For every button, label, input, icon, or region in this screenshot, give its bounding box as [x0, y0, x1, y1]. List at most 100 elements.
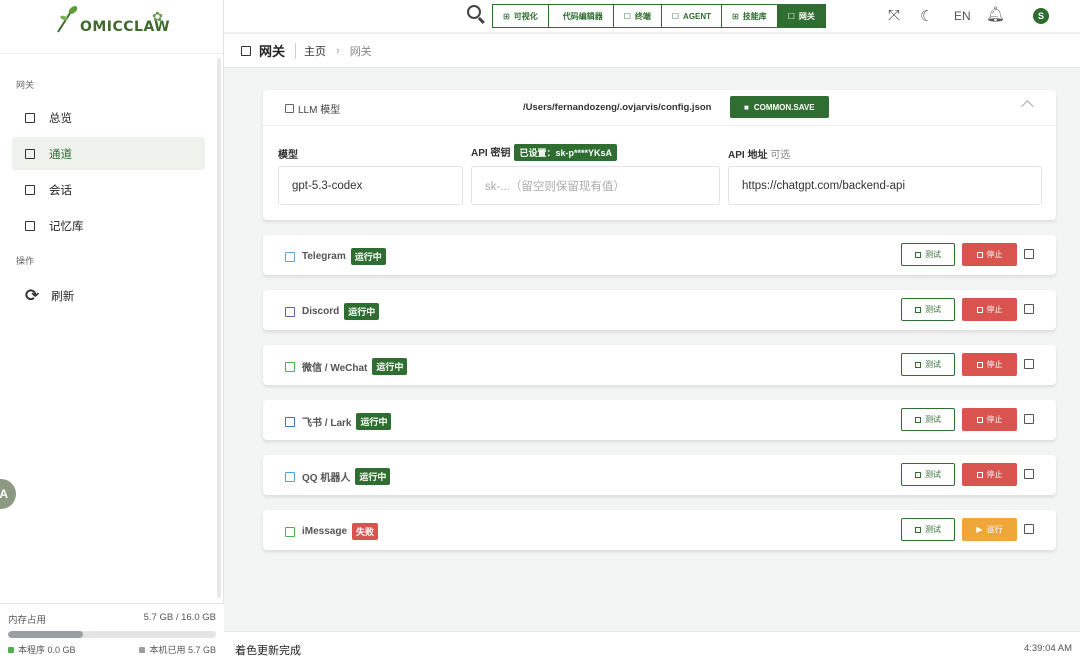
channel-checkbox[interactable] [1024, 304, 1034, 314]
search-icon[interactable] [467, 5, 481, 19]
channel-icon [285, 306, 295, 317]
save-button[interactable]: ■ COMMON.SAVE [730, 96, 829, 118]
channel-checkbox[interactable] [1024, 359, 1034, 369]
test-icon [915, 251, 921, 258]
channel-icon [285, 471, 295, 482]
channel-checkbox[interactable] [1024, 524, 1034, 534]
terminal-icon: ☐ [623, 11, 631, 21]
section-label-ops: 操作 [16, 256, 35, 266]
tab-label: 代码编辑器 [562, 11, 603, 21]
memory-panel: 内存占用 5.7 GB / 16.0 GB 本程序 0.0 GB 本机已用 5.… [0, 603, 224, 661]
run-button[interactable]: ▶ 运行 [962, 518, 1017, 541]
memory-system-used: 本机已用 5.7 GB [139, 643, 216, 656]
refresh-button[interactable]: ⟳ 刷新 [12, 279, 205, 312]
channel-name: Discord 运行中 [285, 303, 380, 320]
channel-name-text: iMessage [302, 526, 348, 537]
channel-name: Telegram 运行中 [285, 248, 386, 265]
status-time: 4:39:04 AM [1023, 643, 1072, 654]
agent-icon: ☐ [671, 11, 680, 21]
sidebar-item-1[interactable]: 通道 [12, 137, 205, 170]
status-badge: 运行中 [356, 413, 392, 430]
language-toggle[interactable]: EN [954, 9, 971, 23]
app-logo[interactable]: OMICCLAW ✿ [0, 0, 223, 54]
sidebar-scrollbar[interactable] [217, 58, 221, 598]
gateway-icon: ☐ [787, 11, 795, 21]
test-button[interactable]: 测试 [901, 353, 955, 376]
refresh-icon: ⟳ [25, 285, 40, 305]
stop-button[interactable]: 停止 [962, 463, 1017, 486]
breadcrumb-home-link[interactable]: 主页 [304, 43, 326, 59]
stop-button[interactable]: 停止 [962, 298, 1017, 321]
save-icon: ■ [744, 102, 749, 112]
nav-square-icon [25, 184, 35, 195]
stop-icon [976, 306, 983, 313]
action-label: 停止 [986, 250, 1003, 259]
user-avatar[interactable]: S [1033, 8, 1049, 24]
nav-square-icon [25, 148, 35, 159]
status-badge: 运行中 [350, 248, 386, 265]
channel-name-text: 微信 / WeChat [302, 363, 368, 374]
moon-icon[interactable]: ☾ [920, 7, 933, 25]
config-path: /Users/fernandozeng/.ovjarvis/config.jso… [523, 102, 712, 113]
stop-button[interactable]: 停止 [962, 243, 1017, 266]
llm-title: LLM 模型 [285, 101, 340, 116]
tab-1[interactable]: 代码编辑器 [548, 4, 614, 28]
test-button[interactable]: 测试 [901, 243, 955, 266]
tab-5[interactable]: ☐ 网关 [777, 4, 826, 28]
channel-checkbox[interactable] [1024, 249, 1034, 259]
model-field[interactable]: gpt-5.3-codex [278, 166, 463, 205]
test-button[interactable]: 测试 [901, 408, 955, 431]
action-label: 停止 [986, 360, 1003, 369]
stop-icon [976, 251, 983, 258]
action-label: 停止 [986, 415, 1003, 424]
channel-card: iMessage 失败 测试 ▶ 运行 [263, 510, 1056, 550]
llm-title-text: LLM 模型 [298, 105, 341, 116]
channel-checkbox[interactable] [1024, 414, 1034, 424]
api-key-field[interactable]: sk-...（留空则保留现有值） [471, 166, 720, 205]
fullscreen-icon[interactable]: ⤧ [888, 7, 900, 24]
action-label: 运行 [986, 525, 1003, 534]
api-url-field[interactable]: https://chatgpt.com/backend-api [728, 166, 1042, 205]
tab-label: 终端 [634, 11, 651, 21]
status-badge: 运行中 [344, 303, 380, 320]
memory-system-label: 本机已用 5.7 GB [149, 645, 216, 655]
llm-icon [285, 104, 294, 113]
channel-name: QQ 机器人 运行中 [285, 468, 391, 485]
status-badge: 运行中 [372, 358, 408, 375]
test-button[interactable]: 测试 [901, 518, 955, 541]
top-bar: ⊞ 可视化 代码编辑器 ☐ 终端 ☐ AGENT ⊞ 技能库 ☐ 网关 ⤧ ☾ EN 🔔︎ S [224, 0, 1080, 32]
memory-app-used: 本程序 0.0 GB [8, 643, 76, 656]
tab-2[interactable]: ☐ 终端 [613, 4, 662, 28]
test-icon [915, 306, 921, 313]
memory-label: 内存占用 [8, 615, 47, 626]
status-badge: 失败 [352, 523, 379, 540]
chart-icon: ⊞ [503, 11, 510, 21]
leaf-icon [57, 5, 78, 36]
llm-card-header[interactable]: LLM 模型 /Users/fernandozeng/.ovjarvis/con… [263, 90, 1056, 126]
tab-3[interactable]: ☐ AGENT [661, 4, 723, 28]
api-key-status-badge: 已设置：sk-p****YKsA [514, 144, 617, 161]
tab-0[interactable]: ⊞ 可视化 [492, 4, 549, 28]
channel-checkbox[interactable] [1024, 469, 1034, 479]
test-label: 测试 [925, 415, 941, 424]
tab-4[interactable]: ⊞ 技能库 [722, 4, 778, 28]
chevron-up-icon[interactable] [1021, 100, 1034, 113]
memory-app-label: 本程序 0.0 GB [18, 645, 76, 655]
model-label: 模型 [278, 150, 298, 161]
test-label: 测试 [925, 470, 941, 479]
stop-button[interactable]: 停止 [962, 353, 1017, 376]
bell-icon[interactable]: 🔔︎ [986, 5, 1005, 23]
sidebar-item-0[interactable]: 总览 [12, 101, 205, 134]
breadcrumb: 网关 主页 › 网关 [224, 33, 1080, 68]
channel-icon [285, 251, 295, 262]
breadcrumb-divider [295, 42, 297, 59]
stop-button[interactable]: 停止 [962, 408, 1017, 431]
channel-card: Telegram 运行中 测试 停止 [263, 235, 1056, 275]
test-icon [915, 416, 921, 423]
test-button[interactable]: 测试 [901, 298, 955, 321]
test-button[interactable]: 测试 [901, 463, 955, 486]
test-label: 测试 [925, 525, 941, 534]
sidebar-item-2[interactable]: 会话 [12, 173, 205, 206]
sidebar-item-3[interactable]: 记忆库 [12, 209, 205, 242]
channel-icon [285, 416, 295, 427]
